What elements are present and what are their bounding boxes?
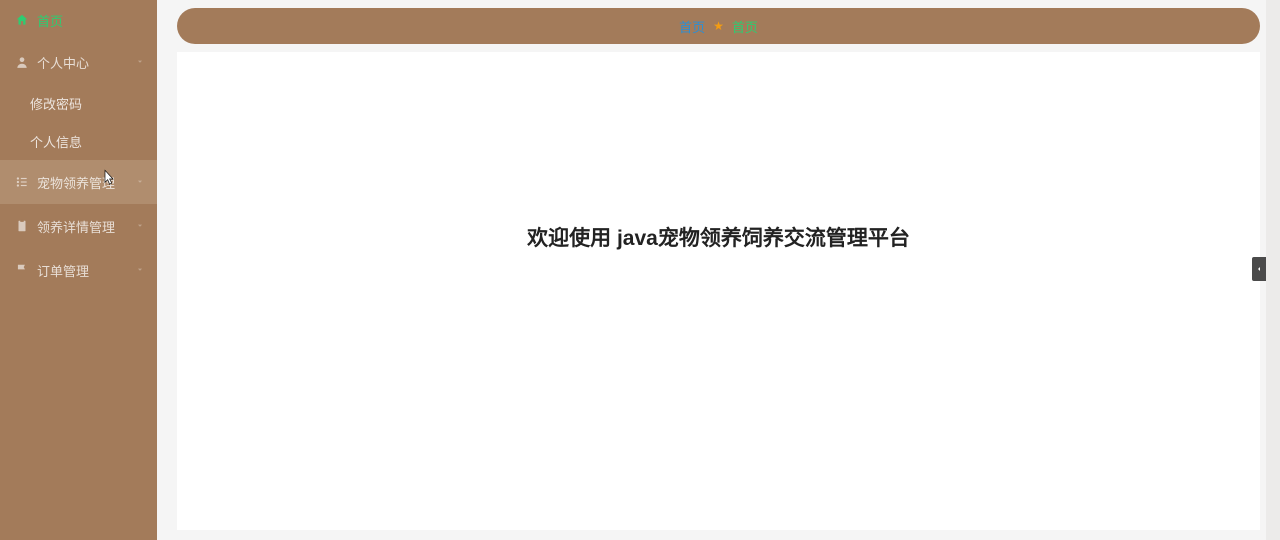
breadcrumb: 首页 ★ 首页 (177, 8, 1260, 44)
collapse-toggle[interactable] (1252, 257, 1266, 281)
welcome-heading: 欢迎使用 java宠物领养饲养交流管理平台 (177, 222, 1260, 252)
sidebar-subitem-label: 修改密码 (30, 94, 82, 113)
chevron-down-icon (135, 175, 145, 190)
sidebar-item-label: 首页 (37, 11, 63, 30)
breadcrumb-current: 首页 (732, 17, 758, 36)
clipboard-icon (15, 219, 29, 233)
user-icon (15, 55, 29, 69)
sidebar-item-label: 宠物领养管理 (37, 173, 115, 192)
sidebar-item-label: 订单管理 (37, 261, 89, 280)
sidebar-item-order-mgmt[interactable]: 订单管理 (0, 248, 157, 292)
sidebar-item-label: 个人中心 (37, 53, 89, 72)
list-icon (15, 175, 29, 189)
home-icon (15, 13, 29, 27)
chevron-down-icon (135, 219, 145, 234)
chevron-down-icon (135, 263, 145, 278)
sidebar-subitem-label: 个人信息 (30, 132, 82, 151)
sidebar-item-personal-center[interactable]: 个人中心 (0, 40, 157, 84)
flag-icon (15, 263, 29, 277)
sidebar-item-label: 领养详情管理 (37, 217, 115, 236)
sidebar-item-home[interactable]: 首页 (0, 0, 157, 40)
vertical-scrollbar[interactable] (1266, 0, 1280, 540)
content-panel: 欢迎使用 java宠物领养饲养交流管理平台 (177, 52, 1260, 530)
breadcrumb-root[interactable]: 首页 (679, 17, 705, 36)
sidebar-subitem-change-password[interactable]: 修改密码 (0, 84, 157, 122)
main-area: 首页 ★ 首页 欢迎使用 java宠物领养饲养交流管理平台 (157, 0, 1280, 540)
sidebar: 首页 个人中心 修改密码 个人信息 宠物领养管理 领养详情管理 (0, 0, 157, 540)
star-icon: ★ (713, 19, 724, 33)
sidebar-subitem-personal-info[interactable]: 个人信息 (0, 122, 157, 160)
chevron-down-icon (135, 55, 145, 70)
sidebar-item-adoption-detail-mgmt[interactable]: 领养详情管理 (0, 204, 157, 248)
sidebar-item-pet-adoption-mgmt[interactable]: 宠物领养管理 (0, 160, 157, 204)
